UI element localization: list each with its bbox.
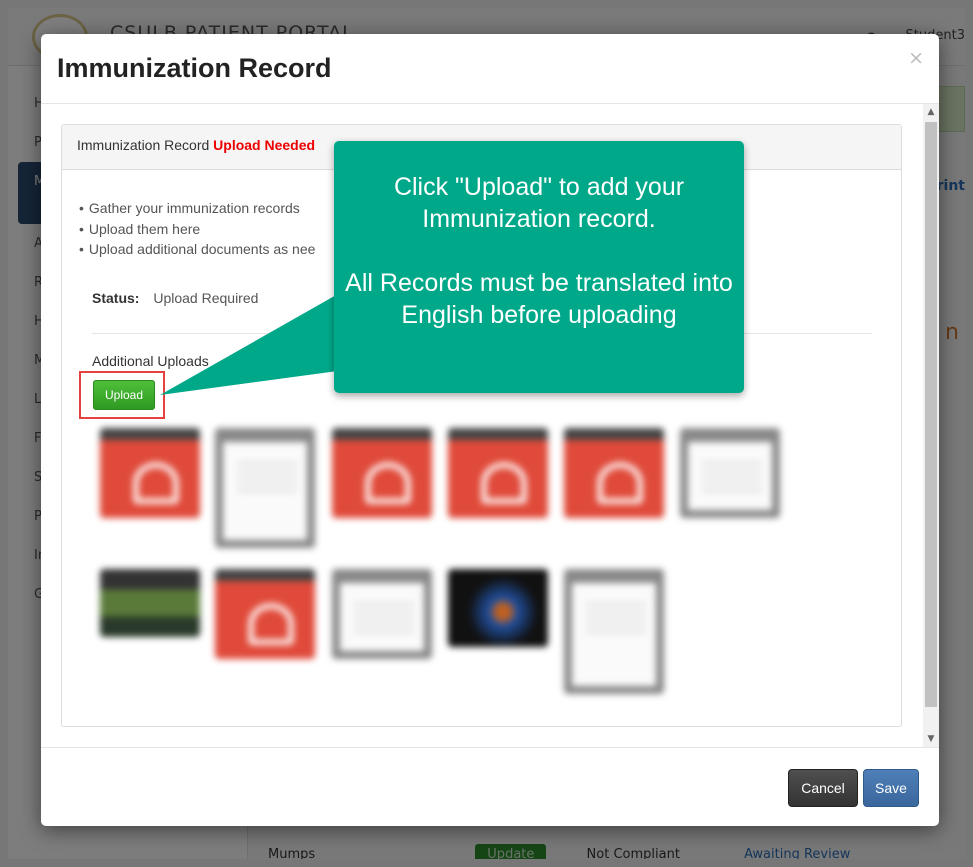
modal-title: Immunization Record (57, 53, 332, 83)
thumbnail-document[interactable] (564, 569, 664, 694)
upload-needed-badge: Upload Needed (213, 137, 316, 153)
close-icon[interactable]: × (908, 47, 924, 69)
modal-footer: Cancel Save (41, 747, 939, 826)
modal-header: Immunization Record × (41, 34, 939, 104)
callout-line-1: Click "Upload" to add your Immunization … (393, 173, 685, 233)
status-value: Upload Required (153, 290, 259, 306)
scroll-up-icon[interactable]: ▲ (923, 104, 939, 120)
status-line: Status: Upload Required (92, 290, 258, 306)
thumbnail-photo[interactable] (100, 569, 200, 637)
additional-uploads-label: Additional Uploads (92, 353, 209, 369)
instructions-list: Gather your immunization records Upload … (79, 198, 316, 260)
thumbnail-photo[interactable] (448, 569, 548, 647)
cancel-button[interactable]: Cancel (788, 769, 858, 807)
tutorial-callout: Click "Upload" to add your Immunization … (334, 141, 744, 393)
thumbnail-pdf[interactable] (100, 428, 200, 518)
thumbnail-pdf[interactable] (564, 428, 664, 518)
thumbnail-document[interactable] (680, 428, 780, 518)
list-item: Gather your immunization records (79, 198, 315, 219)
thumbnail-pdf[interactable] (215, 569, 315, 659)
panel-heading-title: Immunization Record (77, 137, 210, 153)
modal-scrollbar[interactable]: ▲ ▼ (923, 104, 939, 747)
list-item: Upload them here (79, 219, 315, 240)
save-button[interactable]: Save (863, 769, 919, 807)
thumbnail-pdf[interactable] (332, 428, 432, 518)
list-item: Upload additional documents as nee (79, 239, 316, 260)
callout-line-2: All Records must be translated into Engl… (345, 269, 733, 329)
scroll-thumb[interactable] (925, 122, 937, 707)
thumbnail-document[interactable] (332, 569, 432, 659)
thumbnail-document[interactable] (215, 428, 315, 548)
upload-highlight: Upload (79, 371, 165, 419)
scroll-down-icon[interactable]: ▼ (923, 731, 939, 747)
thumbnail-pdf[interactable] (448, 428, 548, 518)
status-label: Status: (92, 290, 140, 306)
upload-button[interactable]: Upload (93, 380, 155, 410)
